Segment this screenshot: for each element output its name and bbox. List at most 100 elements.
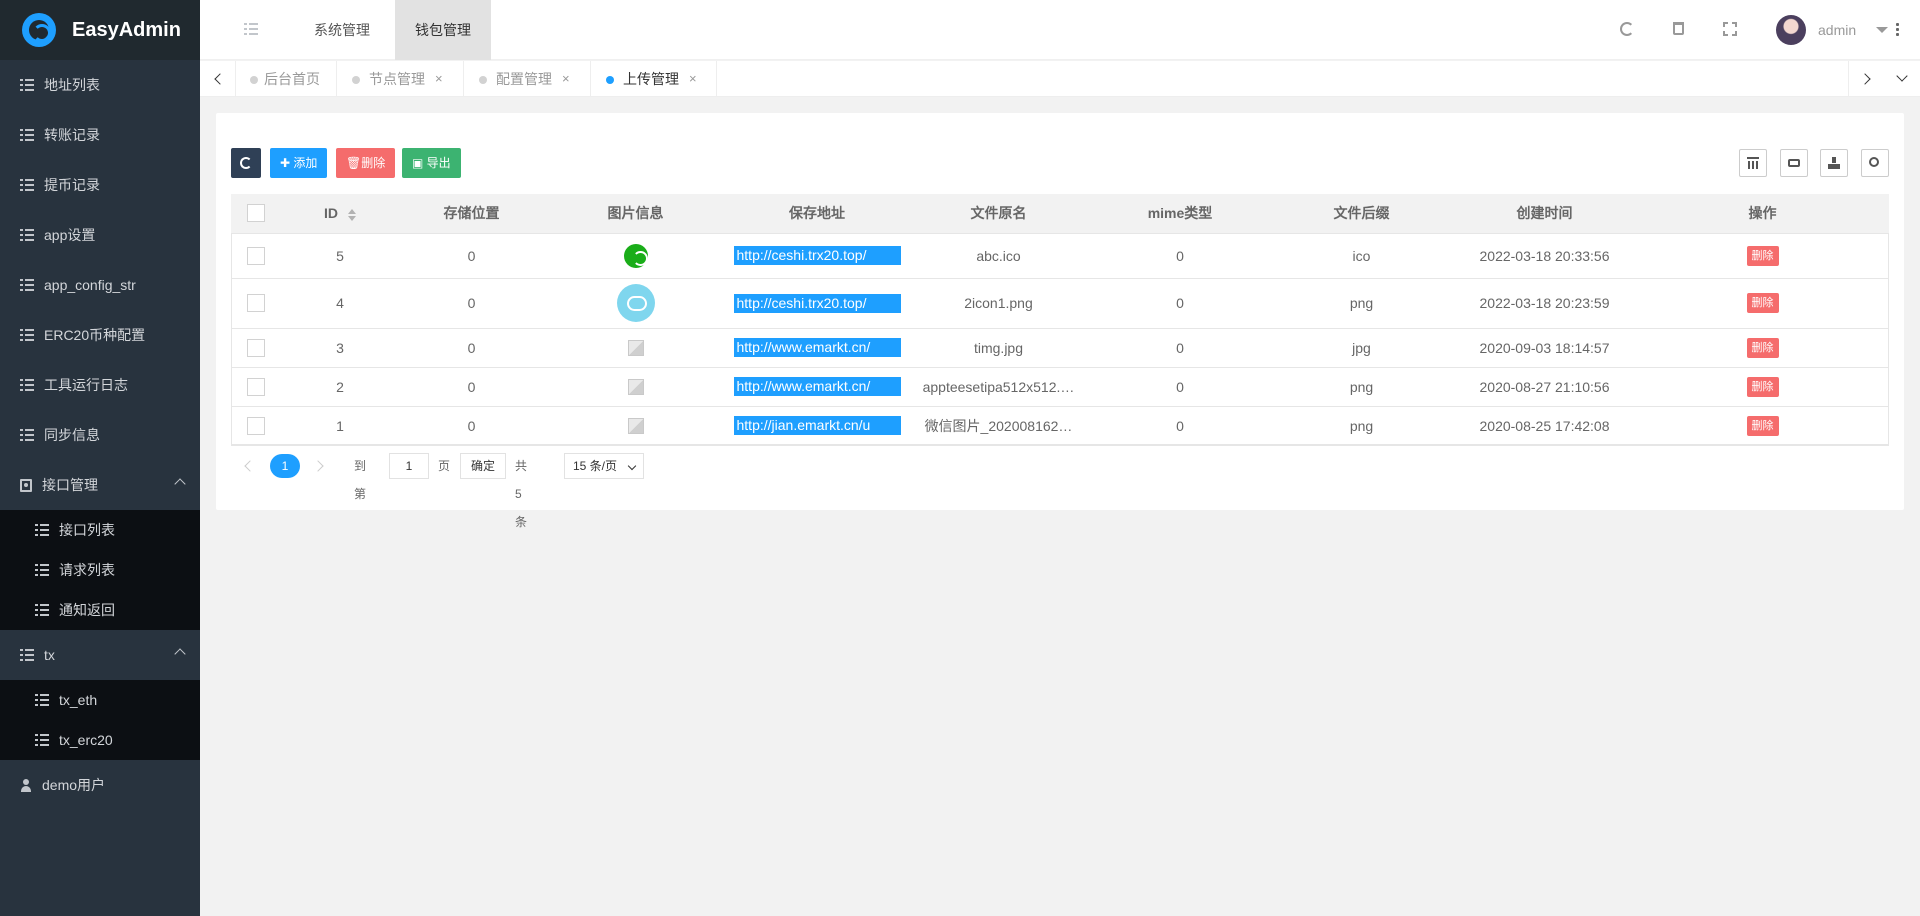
- cloud-upload-image-icon[interactable]: [616, 284, 655, 322]
- page-tab-home[interactable]: 后台首页: [236, 61, 337, 97]
- cell-image: [544, 328, 727, 368]
- close-icon[interactable]: ×: [689, 61, 697, 97]
- sidebar-item-request-list[interactable]: 请求列表: [0, 550, 200, 590]
- column-header-id[interactable]: ID: [281, 194, 399, 234]
- sidebar-item-app-config-str[interactable]: app_config_str: [0, 260, 200, 310]
- sidebar-item-address-list[interactable]: 地址列表: [0, 60, 200, 110]
- cell-ext: png: [1270, 278, 1453, 329]
- sidebar-item-sync-info[interactable]: 同步信息: [0, 410, 200, 460]
- row-delete-button[interactable]: 删除: [1746, 376, 1779, 397]
- sidebar-item-app-settings[interactable]: app设置: [0, 210, 200, 260]
- sidebar-item-label: app设置: [44, 227, 96, 243]
- broken-image-icon[interactable]: [627, 379, 644, 396]
- column-header-image: 图片信息: [544, 194, 727, 234]
- row-checkbox[interactable]: [247, 377, 265, 396]
- broken-image-icon[interactable]: [627, 340, 644, 357]
- menu-toggle-icon[interactable]: [244, 23, 258, 35]
- page-tab-upload[interactable]: 上传管理 ×: [591, 61, 717, 97]
- columns-filter-button[interactable]: [1739, 149, 1767, 177]
- cell-id: 2: [281, 367, 399, 407]
- page-tab-node[interactable]: 节点管理 ×: [337, 61, 464, 97]
- broken-image-icon[interactable]: [627, 418, 644, 435]
- page-unit-label: 页: [438, 459, 451, 473]
- trash-icon[interactable]: [1673, 22, 1684, 35]
- select-all-checkbox[interactable]: [247, 204, 265, 223]
- submenu-tx: tx_eth tx_erc20: [0, 680, 200, 760]
- export-button[interactable]: ▣ 导出: [402, 148, 461, 178]
- chevron-up-icon: [174, 648, 186, 660]
- list-icon: [20, 79, 34, 91]
- sidebar-item-api-list[interactable]: 接口列表: [0, 510, 200, 550]
- tab-status-dot: [352, 76, 360, 84]
- row-delete-button[interactable]: 删除: [1746, 337, 1779, 358]
- goto-confirm-button[interactable]: 确定: [460, 453, 506, 479]
- search-button[interactable]: [1861, 149, 1889, 177]
- add-button[interactable]: ✚ 添加: [270, 148, 328, 178]
- cell-url: http://jian.emarkt.cn/u: [727, 406, 907, 446]
- sidebar-item-label: demo用户: [42, 777, 106, 793]
- trash-icon: 🗑: [346, 156, 362, 170]
- sidebar-item-withdraw-records[interactable]: 提币记录: [0, 160, 200, 210]
- row-delete-button[interactable]: 删除: [1746, 415, 1779, 436]
- sidebar-item-transfer-records[interactable]: 转账记录: [0, 110, 200, 160]
- sidebar-item-tool-logs[interactable]: 工具运行日志: [0, 360, 200, 410]
- row-checkbox[interactable]: [247, 246, 265, 265]
- row-checkbox[interactable]: [247, 294, 265, 313]
- sort-icon[interactable]: [348, 208, 356, 221]
- top-tab-system[interactable]: 系统管理: [294, 0, 390, 60]
- user-name[interactable]: admin: [1818, 0, 1856, 60]
- tabs-scroll-left-icon[interactable]: [200, 61, 236, 97]
- row-delete-button[interactable]: 删除: [1746, 293, 1779, 313]
- close-icon[interactable]: ×: [435, 61, 443, 97]
- sidebar-item-tx-eth[interactable]: tx_eth: [0, 680, 200, 720]
- close-icon[interactable]: ×: [562, 61, 570, 97]
- url-link[interactable]: http://www.emarkt.cn/: [733, 377, 901, 396]
- sidebar-item-tx-erc20[interactable]: tx_erc20: [0, 720, 200, 760]
- top-tab-wallet[interactable]: 钱包管理: [395, 0, 491, 60]
- caret-down-icon[interactable]: [1876, 27, 1888, 33]
- delete-button[interactable]: 🗑删除: [336, 148, 396, 178]
- more-vertical-icon[interactable]: [1896, 22, 1899, 36]
- fullscreen-icon[interactable]: [1723, 22, 1737, 36]
- export-table-button[interactable]: [1820, 149, 1848, 177]
- tabs-menu-chevron-down-icon[interactable]: [1884, 61, 1920, 97]
- url-link[interactable]: http://ceshi.trx20.top/: [733, 293, 901, 313]
- cell-image: [544, 233, 727, 279]
- sidebar-item-demo-user[interactable]: demo用户: [0, 760, 200, 810]
- prev-page-icon[interactable]: [241, 452, 257, 480]
- print-button[interactable]: [1780, 149, 1808, 177]
- sidebar-item-label: 转账记录: [44, 127, 100, 143]
- delete-button-label: 删除: [361, 156, 386, 170]
- page-number-current[interactable]: 1: [270, 454, 300, 478]
- frog-image-icon[interactable]: [623, 243, 648, 268]
- column-header-storage: 存储位置: [399, 194, 544, 234]
- tabs-scroll-right-icon[interactable]: [1848, 61, 1884, 97]
- sidebar-item-label: ERC20币种配置: [44, 327, 146, 343]
- goto-page-input[interactable]: 1: [389, 453, 429, 479]
- url-link[interactable]: http://jian.emarkt.cn/u: [733, 416, 901, 435]
- sidebar-item-erc20-config[interactable]: ERC20币种配置: [0, 310, 200, 360]
- cell-mime: 0: [1090, 233, 1270, 279]
- refresh-icon[interactable]: [1620, 22, 1634, 36]
- row-checkbox[interactable]: [247, 416, 265, 435]
- sidebar-group-api-management[interactable]: 接口管理: [0, 460, 200, 510]
- row-delete-button[interactable]: 删除: [1746, 245, 1779, 266]
- url-link[interactable]: http://www.emarkt.cn/: [733, 338, 901, 357]
- cell-action: 删除: [1636, 233, 1889, 279]
- goto-label: 到第: [354, 459, 367, 501]
- sidebar-group-label: tx: [44, 647, 55, 663]
- cell-time: 2020-08-27 21:10:56: [1453, 367, 1636, 407]
- refresh-button[interactable]: [231, 148, 261, 178]
- sidebar-group-tx[interactable]: tx: [0, 630, 200, 680]
- url-link[interactable]: http://ceshi.trx20.top/: [733, 246, 901, 265]
- sidebar: EasyAdmin 地址列表 转账记录 提币记录 app设置 app_confi…: [0, 0, 200, 916]
- per-page-select[interactable]: 15 条/页: [564, 453, 644, 479]
- row-checkbox[interactable]: [247, 338, 265, 357]
- next-page-icon[interactable]: [309, 452, 325, 480]
- avatar[interactable]: [1776, 15, 1806, 45]
- logo[interactable]: EasyAdmin: [0, 0, 200, 60]
- page-tab-config[interactable]: 配置管理 ×: [464, 61, 591, 97]
- list-icon: [35, 524, 49, 536]
- sidebar-item-notify-return[interactable]: 通知返回: [0, 590, 200, 630]
- easyadmin-logo-icon: [22, 13, 56, 47]
